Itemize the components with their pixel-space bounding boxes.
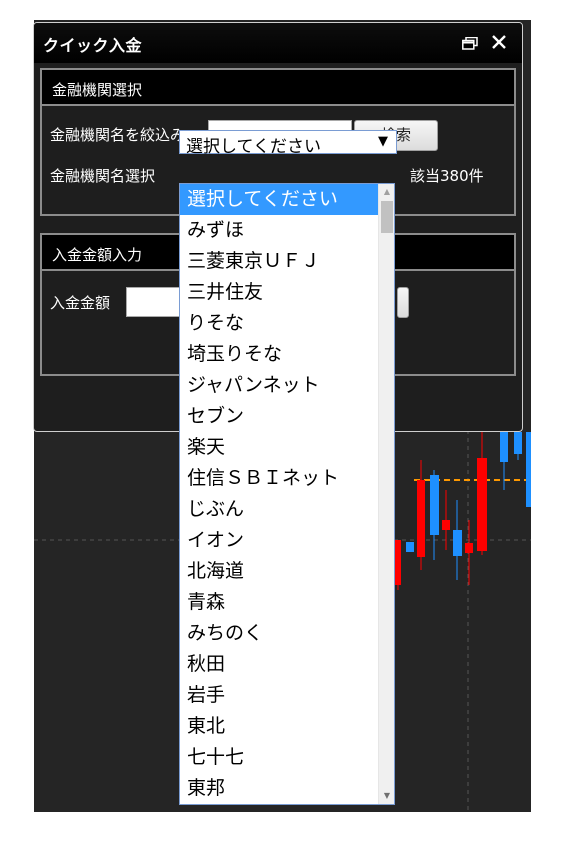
candle <box>395 540 401 585</box>
dropdown-option[interactable]: 岩手 <box>180 680 378 711</box>
dropdown-option[interactable]: みちのく <box>180 618 378 649</box>
dropdown-option[interactable]: 北海道 <box>180 556 378 587</box>
candle <box>417 480 425 557</box>
dropdown-option[interactable]: 住信ＳＢＩネット <box>180 463 378 494</box>
dropdown-scrollbar[interactable]: ▲ ▼ <box>378 184 394 804</box>
scroll-down-icon[interactable]: ▼ <box>379 788 394 804</box>
bank-select-value: 選択してください <box>186 137 321 157</box>
dropdown-option[interactable]: 青森 <box>180 587 378 618</box>
amount-input[interactable] <box>126 287 186 317</box>
candle <box>453 530 462 556</box>
bank-filter-label: 金融機関名を絞込み <box>50 126 186 144</box>
option-list: 選択してください みずほ 三菱東京ＵＦＪ 三井住友 りそな 埼玉りそな ジャパンネット セブン… <box>180 184 378 804</box>
dropdown-option[interactable]: 三菱東京ＵＦＪ <box>180 246 378 277</box>
candle <box>465 543 473 553</box>
dropdown-option[interactable]: イオン <box>180 525 378 556</box>
dropdown-option[interactable]: みずほ <box>180 215 378 246</box>
scroll-thumb[interactable] <box>381 201 393 233</box>
dialog-titlebar[interactable]: クイック入金 <box>34 23 522 63</box>
dropdown-option[interactable]: 埼玉りそな <box>180 339 378 370</box>
bank-select[interactable]: 選択してください ▼ <box>179 130 397 157</box>
dropdown-option[interactable]: セブン <box>180 401 378 432</box>
candle <box>477 458 487 551</box>
bank-section-header: 金融機関選択 <box>42 70 514 106</box>
amount-button[interactable] <box>397 287 409 318</box>
bank-dropdown-list[interactable]: 選択してください みずほ 三菱東京ＵＦＪ 三井住友 りそな 埼玉りそな ジャパンネット セブン… <box>179 183 395 805</box>
candle <box>442 520 450 530</box>
amount-label: 入金金額 <box>50 294 111 312</box>
candle <box>526 432 531 507</box>
dropdown-option[interactable]: 楽天 <box>180 432 378 463</box>
dropdown-option[interactable]: 東邦 <box>180 773 378 804</box>
dropdown-option[interactable]: 選択してください <box>180 184 378 215</box>
result-count: 該当380件 <box>410 167 484 185</box>
candle <box>500 432 508 462</box>
dropdown-option[interactable]: ジャパンネット <box>180 370 378 401</box>
dropdown-option[interactable]: 東北 <box>180 711 378 742</box>
scroll-up-icon[interactable]: ▲ <box>379 184 394 200</box>
dropdown-option[interactable]: じぶん <box>180 494 378 525</box>
dropdown-option[interactable]: りそな <box>180 308 378 339</box>
bank-select-label: 金融機関名選択 <box>50 167 156 185</box>
dialog-title: クイック入金 <box>43 36 143 55</box>
dropdown-option[interactable]: 秋田 <box>180 649 378 680</box>
restore-icon[interactable] <box>462 37 478 50</box>
dropdown-option[interactable]: 三井住友 <box>180 277 378 308</box>
close-icon[interactable] <box>491 34 507 50</box>
candle <box>514 432 522 454</box>
candle <box>406 542 414 552</box>
chevron-down-icon: ▼ <box>378 134 388 149</box>
dropdown-option[interactable]: 七十七 <box>180 742 378 773</box>
candle <box>430 475 439 535</box>
